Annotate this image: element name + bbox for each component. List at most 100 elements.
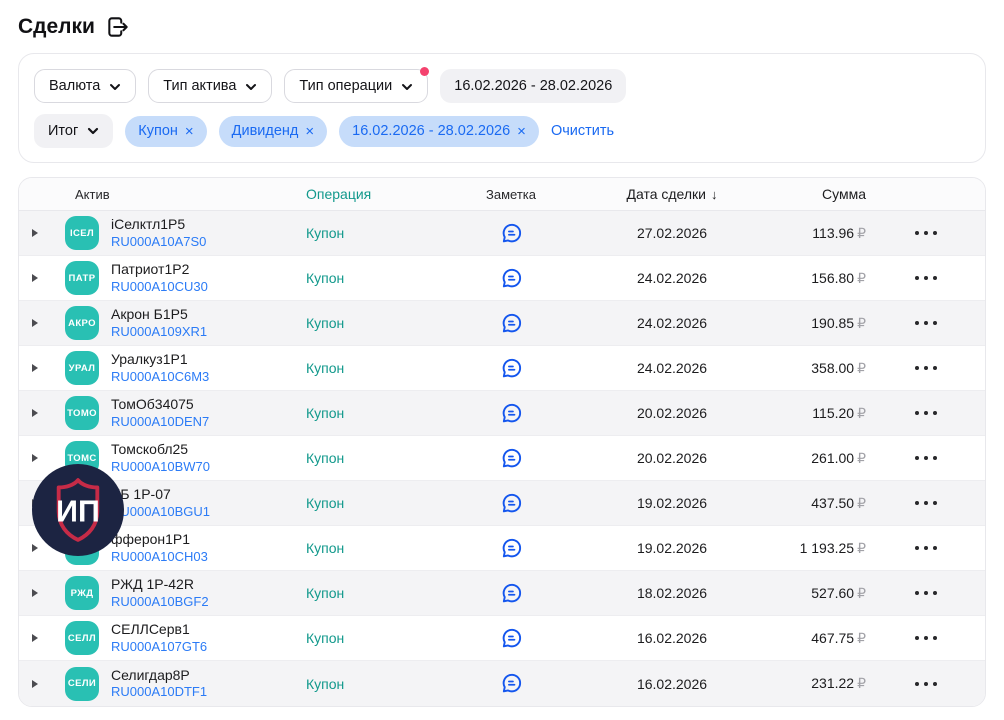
row-menu-button[interactable] [906, 360, 945, 376]
asset-ticker-badge: ПАТР [65, 261, 99, 295]
table-row[interactable]: УРАЛ Уралкуз1Р1 RU000A10C6M3 Купон 24.02… [19, 346, 985, 391]
expand-caret-icon[interactable] [32, 229, 38, 237]
row-menu-button[interactable] [906, 450, 945, 466]
expand-caret-icon[interactable] [32, 679, 38, 688]
note-button[interactable] [500, 582, 523, 605]
row-menu-button[interactable] [906, 225, 945, 241]
row-menu-button[interactable] [906, 630, 945, 646]
asset-isin-link[interactable]: RU000A10BGU1 [111, 504, 210, 520]
expand-caret-icon[interactable] [32, 364, 38, 372]
chip-label: 16.02.2026 - 28.02.2026 [352, 123, 511, 139]
expand-caret-icon[interactable] [32, 454, 38, 462]
amount-cell: 156.80 ₽ [778, 270, 866, 287]
asset-isin-link[interactable]: RU000A10DTF1 [111, 684, 207, 700]
asset-ticker-badge: АКРО [65, 306, 99, 340]
chevron-down-icon [402, 83, 413, 90]
amount-value: 358.00 [811, 359, 855, 376]
ruble-symbol: ₽ [857, 269, 866, 286]
date-range-picker[interactable]: 16.02.2026 - 28.02.2026 [440, 69, 627, 103]
asset-name: фферон1Р1 [111, 531, 191, 548]
filter-chip-dividend[interactable]: Дивиденд × [218, 115, 328, 147]
table-row[interactable]: СЕЛЛ СЕЛЛСерв1 RU000A107GT6 Купон 16.02.… [19, 616, 985, 661]
note-cell [456, 357, 566, 380]
note-button[interactable] [500, 447, 523, 470]
note-button[interactable] [500, 672, 523, 695]
amount-value: 115.20 [812, 404, 855, 421]
note-cell [456, 312, 566, 335]
operation-type-filter-dropdown[interactable]: Тип операции [284, 67, 430, 103]
asset-isin-link[interactable]: RU000A10CH03 [111, 549, 208, 565]
asset-cell: ТОМО ТомОб34075 RU000A10DEN7 [65, 396, 306, 430]
amount-value: 467.75 [811, 629, 855, 646]
asset-isin-link[interactable]: RU000A107GT6 [111, 639, 207, 655]
note-cell [456, 267, 566, 290]
asset-type-filter-dropdown[interactable]: Тип актива [148, 69, 273, 103]
filters-panel: Валюта Тип актива Тип операции 16.02.202… [18, 53, 986, 163]
note-comment-icon [502, 223, 521, 242]
asset-name: СЕЛЛСерв1 [111, 621, 190, 638]
export-link-button[interactable] [105, 14, 131, 40]
asset-cell: УРАЛ Уралкуз1Р1 RU000A10C6M3 [65, 351, 306, 385]
note-button[interactable] [500, 222, 523, 245]
expand-cell [19, 229, 65, 237]
asset-isin-link[interactable]: RU000A10DEN7 [111, 414, 209, 430]
table-row[interactable]: фферон1Р1 RU000A10CH03 Купон 19.02.2026 … [19, 526, 985, 571]
asset-name: Акрон Б1Р5 [111, 306, 188, 323]
currency-filter-dropdown[interactable]: Валюта [34, 69, 137, 103]
note-button[interactable] [500, 312, 523, 335]
row-menu-button[interactable] [906, 405, 945, 421]
asset-isin-link[interactable]: RU000A10BGF2 [111, 594, 209, 610]
deal-date: 24.02.2026 [636, 360, 708, 376]
note-button[interactable] [500, 492, 523, 515]
menu-cell [866, 315, 985, 331]
expand-caret-icon[interactable] [32, 319, 38, 327]
note-button[interactable] [500, 267, 523, 290]
table-row[interactable]: АКРО Акрон Б1Р5 RU000A109XR1 Купон 24.02… [19, 301, 985, 346]
filter-chip-coupon[interactable]: Купон × [125, 115, 207, 147]
table-row[interactable]: ПАТР Патриот1Р2 RU000A10CU30 Купон 24.02… [19, 256, 985, 301]
table-row[interactable]: ІСЕЛ iСелктл1Р5 RU000A10A7S0 Купон 27.02… [19, 211, 985, 256]
amount-cell: 1 193.25 ₽ [778, 540, 866, 557]
row-menu-button[interactable] [906, 270, 945, 286]
row-menu-button[interactable] [906, 540, 945, 556]
deals-page: Сделки Валюта Тип актива Тип операции 16… [0, 0, 1004, 720]
amount-cell: 113.96 ₽ [778, 225, 866, 242]
deal-date: 16.02.2026 [636, 630, 708, 646]
asset-name: ХБ 1Р-07 [111, 486, 171, 503]
expand-caret-icon[interactable] [32, 274, 38, 282]
total-dropdown[interactable]: Итог [34, 114, 114, 148]
filter-chip-daterange[interactable]: 16.02.2026 - 28.02.2026 × [339, 115, 539, 147]
note-button[interactable] [500, 357, 523, 380]
remove-chip-icon[interactable]: × [517, 124, 526, 139]
operation-type: Купон [306, 540, 345, 556]
asset-isin-link[interactable]: RU000A109XR1 [111, 324, 207, 340]
row-menu-button[interactable] [906, 495, 945, 511]
note-button[interactable] [500, 627, 523, 650]
table-row[interactable]: ХБ 1Р-07 RU000A10BGU1 Купон 19.02.2026 4… [19, 481, 985, 526]
clear-filters-link[interactable]: Очистить [551, 123, 614, 139]
row-menu-button[interactable] [906, 676, 945, 692]
expand-caret-icon[interactable] [32, 409, 38, 417]
note-button[interactable] [500, 402, 523, 425]
table-row[interactable]: ТОМО ТомОб34075 RU000A10DEN7 Купон 20.02… [19, 391, 985, 436]
expand-caret-icon[interactable] [32, 589, 38, 597]
row-menu-button[interactable] [906, 315, 945, 331]
table-row[interactable]: РЖД РЖД 1Р-42R RU000A10BGF2 Купон 18.02.… [19, 571, 985, 616]
note-button[interactable] [500, 537, 523, 560]
asset-isin-link[interactable]: RU000A10A7S0 [111, 234, 206, 250]
asset-isin-link[interactable]: RU000A10CU30 [111, 279, 208, 295]
remove-chip-icon[interactable]: × [305, 124, 314, 139]
asset-isin-link[interactable]: RU000A10BW70 [111, 459, 210, 475]
ruble-symbol: ₽ [857, 224, 866, 241]
table-row[interactable]: СЕЛИ Селигдар8Р RU000A10DTF1 Купон 16.02… [19, 661, 985, 706]
table-row[interactable]: ТОМС Томскобл25 RU000A10BW70 Купон 20.02… [19, 436, 985, 481]
remove-chip-icon[interactable]: × [185, 124, 194, 139]
operation-type: Купон [306, 225, 345, 241]
expand-caret-icon[interactable] [32, 634, 38, 642]
row-menu-button[interactable] [906, 585, 945, 601]
operation-type: Купон [306, 495, 345, 511]
header-date[interactable]: Дата сделки ↓ [566, 186, 778, 202]
asset-isin-link[interactable]: RU000A10C6M3 [111, 369, 209, 385]
filter-row-primary: Валюта Тип актива Тип операции 16.02.202… [34, 67, 970, 103]
sort-desc-icon[interactable]: ↓ [711, 187, 718, 202]
